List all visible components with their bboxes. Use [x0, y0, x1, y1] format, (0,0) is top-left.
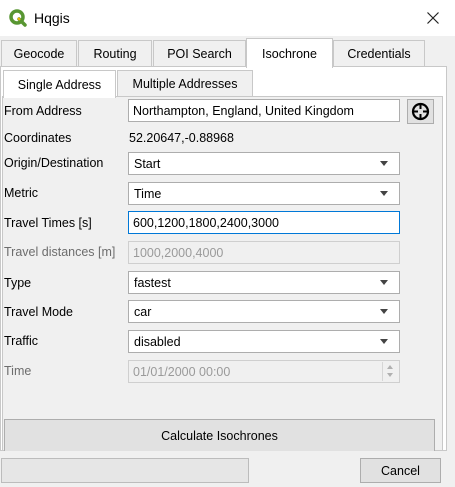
tab-label: POI Search: [167, 46, 232, 61]
close-icon: [427, 12, 439, 24]
chevron-down-icon: [380, 280, 388, 285]
spin-up-icon: [387, 365, 393, 369]
metric-label: Metric: [4, 186, 39, 200]
time-spinner[interactable]: [382, 362, 398, 381]
tab-isochrone[interactable]: Isochrone: [246, 38, 333, 68]
chevron-down-icon: [380, 161, 388, 166]
metric-select[interactable]: Time: [128, 182, 400, 205]
tab-credentials[interactable]: Credentials: [333, 40, 425, 66]
metric-value: Time: [134, 186, 162, 201]
travel-times-label: Travel Times [s]: [4, 216, 92, 230]
from-address-input[interactable]: Northampton, England, United Kingdom: [128, 99, 400, 122]
subtab-label: Multiple Addresses: [132, 76, 238, 91]
coordinates-label: Coordinates: [4, 131, 72, 145]
chevron-down-icon: [380, 309, 388, 314]
time-input[interactable]: 01/01/2000 00:00: [128, 360, 400, 383]
time-value: 01/01/2000 00:00: [133, 364, 231, 379]
type-value: fastest: [134, 275, 171, 290]
origin-destination-label: Origin/Destination: [4, 156, 104, 170]
travel-mode-value: car: [134, 304, 152, 319]
travel-mode-label: Travel Mode: [4, 305, 74, 319]
tab-geocode[interactable]: Geocode: [1, 40, 77, 66]
window-title: Hqgis: [34, 10, 70, 26]
travel-distances-input[interactable]: 1000,2000,4000: [128, 241, 400, 264]
coordinates-value: 52.20647,-0.88968: [129, 131, 234, 145]
tab-label: Routing: [93, 46, 137, 61]
crosshair-icon: [411, 102, 430, 121]
subtab-multiple-addresses[interactable]: Multiple Addresses: [117, 70, 253, 96]
traffic-label: Traffic: [4, 334, 39, 348]
calculate-isochrones-button[interactable]: Calculate Isochrones: [4, 419, 435, 451]
tab-label: Isochrone: [262, 46, 317, 61]
qgis-logo-icon: [9, 9, 27, 27]
traffic-select[interactable]: disabled: [128, 330, 400, 353]
tab-poi-search[interactable]: POI Search: [153, 40, 246, 66]
pick-location-button[interactable]: [407, 99, 434, 124]
chevron-down-icon: [380, 191, 388, 196]
travel-times-input[interactable]: 600,1200,1800,2400,3000: [128, 211, 400, 234]
spin-down-icon: [387, 373, 393, 377]
title-bar: Hqgis: [0, 0, 455, 36]
tab-label: Geocode: [13, 46, 65, 61]
subtab-single-address[interactable]: Single Address: [3, 70, 116, 98]
tab-routing[interactable]: Routing: [78, 40, 152, 66]
type-select[interactable]: fastest: [128, 271, 400, 294]
type-label: Type: [4, 276, 32, 290]
time-label: Time: [4, 364, 32, 378]
origin-destination-value: Start: [134, 156, 161, 171]
subtab-label: Single Address: [17, 77, 102, 92]
close-button[interactable]: [411, 0, 455, 36]
chevron-down-icon: [380, 339, 388, 344]
origin-destination-select[interactable]: Start: [128, 152, 400, 175]
travel-distances-label: Travel distances [m]: [4, 245, 116, 259]
tab-label: Credentials: [347, 46, 411, 61]
progress-bar: [1, 458, 249, 483]
traffic-value: disabled: [134, 334, 181, 349]
cancel-button[interactable]: Cancel: [360, 458, 441, 483]
travel-mode-select[interactable]: car: [128, 300, 400, 323]
from-address-label: From Address: [4, 104, 82, 118]
